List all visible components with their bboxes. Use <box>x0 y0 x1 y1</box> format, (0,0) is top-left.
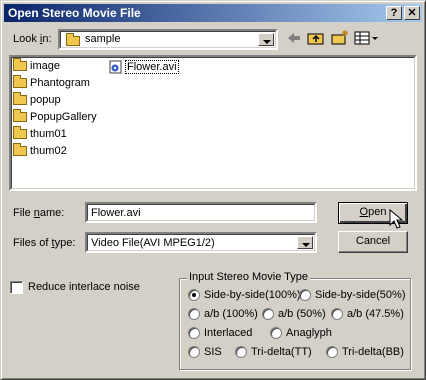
file-name-input[interactable]: Flower.avi <box>85 202 317 223</box>
file-name-value: Flower.avi <box>91 207 141 219</box>
radio-icon <box>299 289 311 302</box>
file-type-value: Video File(AVI MPEG1/2) <box>91 237 215 249</box>
folder-icon <box>13 109 27 123</box>
folder-icon <box>13 92 27 106</box>
reduce-interlace-checkbox[interactable] <box>10 281 23 294</box>
folder-icon <box>13 75 27 89</box>
radio-icon <box>326 346 338 359</box>
radio-ab-100[interactable]: a/b (100%) <box>188 308 258 321</box>
media-file-icon <box>109 60 122 74</box>
radio-tri-delta-tt[interactable]: Tri-delta(TT) <box>235 346 312 359</box>
cancel-button[interactable]: Cancel <box>338 231 408 253</box>
radio-tri-delta-bb[interactable]: Tri-delta(BB) <box>326 346 404 359</box>
radio-selected-icon <box>188 289 200 302</box>
look-in-label: Look in: <box>13 33 52 45</box>
title-bar[interactable]: Open Stereo Movie File ? ✕ <box>4 4 422 22</box>
radio-icon <box>188 346 200 359</box>
radio-icon <box>235 346 247 359</box>
radio-icon <box>188 327 200 340</box>
file-name-label: File name: <box>13 207 65 219</box>
new-folder-icon[interactable] <box>330 29 350 47</box>
list-item-folder[interactable]: thum02 <box>13 143 67 161</box>
radio-icon <box>270 327 282 340</box>
folder-icon <box>13 126 27 140</box>
radio-icon <box>188 308 200 321</box>
list-item-file[interactable]: Flower.avi <box>109 59 179 76</box>
radio-interlaced[interactable]: Interlaced <box>188 327 252 340</box>
view-menu-icon[interactable] <box>353 29 381 47</box>
chevron-down-icon[interactable] <box>297 236 313 249</box>
folder-icon <box>13 143 27 157</box>
folder-icon <box>66 33 80 46</box>
radio-ab-50[interactable]: a/b (50%) <box>262 308 326 321</box>
stereo-type-title: Input Stereo Movie Type <box>187 271 311 283</box>
radio-icon <box>262 308 274 321</box>
list-item-folder[interactable]: Phantogram <box>13 75 90 93</box>
help-button[interactable]: ? <box>386 6 402 20</box>
radio-side-by-side-50[interactable]: Side-by-side(50%) <box>299 289 405 302</box>
radio-side-by-side-100[interactable]: Side-by-side(100%) <box>188 289 301 302</box>
radio-icon <box>331 308 343 321</box>
reduce-interlace-label: Reduce interlace noise <box>28 281 140 293</box>
up-folder-icon[interactable] <box>306 29 326 47</box>
radio-sis[interactable]: SIS <box>188 346 222 359</box>
radio-anaglyph[interactable]: Anaglyph <box>270 327 332 340</box>
list-item-folder[interactable]: popup <box>13 92 61 110</box>
chevron-down-icon[interactable] <box>258 33 274 46</box>
list-item-folder[interactable]: image <box>13 58 60 76</box>
radio-ab-47-5[interactable]: a/b (47.5%) <box>331 308 404 321</box>
mouse-cursor-icon <box>389 209 404 229</box>
dialog-title: Open Stereo Movie File <box>8 6 141 20</box>
file-type-select[interactable]: Video File(AVI MPEG1/2) <box>85 232 317 253</box>
folder-icon <box>13 58 27 72</box>
open-stereo-movie-dialog: Open Stereo Movie File ? ✕ Look in: samp… <box>0 0 426 380</box>
look-in-value: sample <box>85 33 121 45</box>
back-arrow-icon[interactable] <box>284 29 304 47</box>
list-item-folder[interactable]: thum01 <box>13 126 67 144</box>
close-button[interactable]: ✕ <box>404 6 420 20</box>
file-type-label: Files of type: <box>13 237 76 249</box>
file-list[interactable]: image Phantogram popup PopupGallery thum… <box>9 55 417 191</box>
look-in-combo[interactable]: sample <box>58 29 278 50</box>
list-item-folder[interactable]: PopupGallery <box>13 109 97 127</box>
